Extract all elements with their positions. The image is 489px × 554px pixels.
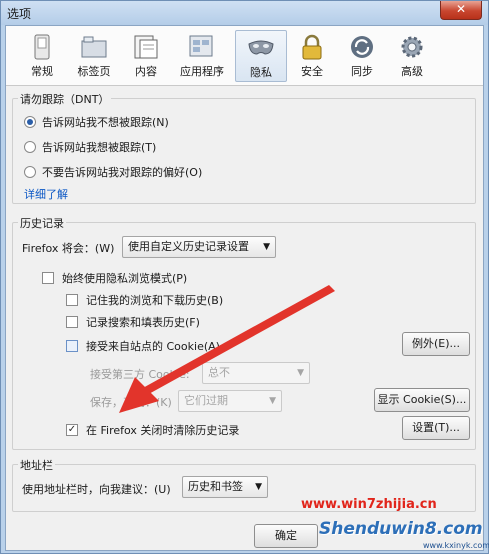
accept-cookies-checkbox[interactable]: [66, 340, 78, 352]
locationbar-suggest-label: 使用地址栏时，向我建议：(U): [22, 483, 171, 496]
show-cookies-button[interactable]: 显示 Cookie(S)...: [374, 388, 470, 412]
watermark-url-2: Shenduwin8.com: [319, 519, 483, 539]
clear-on-close-option[interactable]: ✓ 在 Firefox 关闭时清除历史记录: [66, 422, 239, 438]
third-party-cookie-label: 接受第三方 Cookie:: [90, 368, 190, 381]
close-button[interactable]: ✕: [440, 1, 482, 20]
dialog-client-area: 常规 标签页 内容 应用程序 隐私 安全 同步 高级 请勿跟踪（DNT） 告诉网…: [5, 25, 484, 551]
tab-advanced-label: 高级: [401, 65, 423, 78]
tab-privacy-label: 隐私: [250, 66, 272, 79]
keep-until-label: 保存，直到：(K): [90, 396, 172, 409]
tab-content[interactable]: 内容: [120, 30, 172, 82]
switch-icon: [34, 34, 50, 60]
clear-settings-button[interactable]: 设置(T)...: [402, 416, 470, 440]
learn-more-link[interactable]: 详细了解: [24, 186, 68, 202]
remember-browse-label: 记住我的浏览和下载历史(B): [86, 294, 224, 307]
applications-icon: [189, 35, 213, 57]
locationbar-group-title: 地址栏: [18, 457, 55, 473]
private-mode-option[interactable]: 始终使用隐私浏览模式(P): [42, 270, 187, 286]
tab-sync-label: 同步: [351, 65, 373, 78]
history-mode-select[interactable]: 使用自定义历史记录设置 ▼: [122, 236, 276, 258]
exceptions-button[interactable]: 例外(E)...: [402, 332, 470, 356]
remember-search-label: 记录搜索和填表历史(F): [86, 316, 200, 329]
sync-icon: [351, 36, 373, 58]
clear-on-close-label: 在 Firefox 关闭时清除历史记录: [86, 424, 240, 437]
history-mode-value: 使用自定义历史记录设置: [128, 240, 249, 253]
third-party-cookie-value: 总不: [208, 366, 230, 379]
private-mode-label: 始终使用隐私浏览模式(P): [62, 272, 188, 285]
clear-on-close-checkbox[interactable]: ✓: [66, 424, 78, 436]
watermark-url-3: www.kxinyk.com: [423, 541, 489, 550]
page-icon: [134, 35, 158, 59]
accept-cookies-label: 接受来自站点的 Cookie(A): [86, 340, 220, 353]
dnt-radio-no-track[interactable]: [24, 116, 36, 128]
remember-search-option[interactable]: 记录搜索和填表历史(F): [66, 314, 200, 330]
dnt-option-track[interactable]: 告诉网站我想被跟踪(T): [24, 139, 156, 155]
tab-advanced[interactable]: 高级: [386, 30, 438, 82]
dropdown-arrow-icon: ▼: [269, 396, 276, 406]
remember-browse-checkbox[interactable]: [66, 294, 78, 306]
remember-browse-option[interactable]: 记住我的浏览和下载历史(B): [66, 292, 223, 308]
mask-icon: [248, 40, 274, 55]
history-group-title: 历史记录: [18, 215, 66, 231]
tab-security-label: 安全: [301, 65, 323, 78]
accept-cookies-option[interactable]: 接受来自站点的 Cookie(A): [66, 338, 220, 354]
locationbar-suggest-select[interactable]: 历史和书签 ▼: [182, 476, 268, 498]
tab-security[interactable]: 安全: [286, 30, 338, 82]
ok-button[interactable]: 确定: [254, 524, 318, 548]
category-toolbar: 常规 标签页 内容 应用程序 隐私 安全 同步 高级: [6, 26, 483, 86]
watermark-url-1: www.win7zhijia.cn: [301, 497, 437, 512]
dnt-radio-no-preference[interactable]: [24, 166, 36, 178]
dropdown-arrow-icon: ▼: [255, 482, 262, 492]
tab-general[interactable]: 常规: [16, 30, 68, 82]
dnt-option-track-label: 告诉网站我想被跟踪(T): [42, 141, 157, 154]
third-party-cookie-select[interactable]: 总不 ▼: [202, 362, 310, 384]
tab-general-label: 常规: [31, 65, 53, 78]
remember-search-checkbox[interactable]: [66, 316, 78, 328]
tab-content-label: 内容: [135, 65, 157, 78]
window-title: 选项: [7, 7, 32, 21]
dnt-option-no-track-label: 告诉网站我不想被跟踪(N): [42, 116, 169, 129]
locationbar-suggest-value: 历史和书签: [188, 480, 243, 493]
private-mode-checkbox[interactable]: [42, 272, 54, 284]
title-bar[interactable]: 选项 ✕: [1, 1, 488, 25]
padlock-icon: [302, 34, 322, 60]
tab-privacy[interactable]: 隐私: [235, 30, 287, 82]
dnt-option-no-preference[interactable]: 不要告诉网站我对跟踪的偏好(O): [24, 164, 202, 180]
tab-tabs-label: 标签页: [77, 65, 111, 78]
tab-applications[interactable]: 应用程序: [176, 30, 228, 82]
gear-icon: [401, 36, 423, 58]
dnt-radio-track[interactable]: [24, 141, 36, 153]
dropdown-arrow-icon: ▼: [263, 242, 270, 252]
dnt-option-no-preference-label: 不要告诉网站我对跟踪的偏好(O): [42, 166, 203, 179]
tab-sync[interactable]: 同步: [336, 30, 388, 82]
keep-until-value: 它们过期: [184, 394, 228, 407]
dnt-group-title: 请勿跟踪（DNT）: [18, 91, 112, 107]
tab-tabs[interactable]: 标签页: [68, 30, 120, 82]
dropdown-arrow-icon: ▼: [297, 368, 304, 378]
folder-tabs-icon: [81, 36, 107, 58]
dnt-option-no-track[interactable]: 告诉网站我不想被跟踪(N): [24, 114, 169, 130]
options-window: 选项 ✕ 常规 标签页 内容 应用程序 隐私 安全 同步 高级 请勿跟踪（DNT…: [0, 0, 489, 554]
tab-applications-label: 应用程序: [180, 65, 224, 78]
keep-until-select[interactable]: 它们过期 ▼: [178, 390, 282, 412]
firefox-will-label: Firefox 将会：(W): [22, 242, 115, 255]
